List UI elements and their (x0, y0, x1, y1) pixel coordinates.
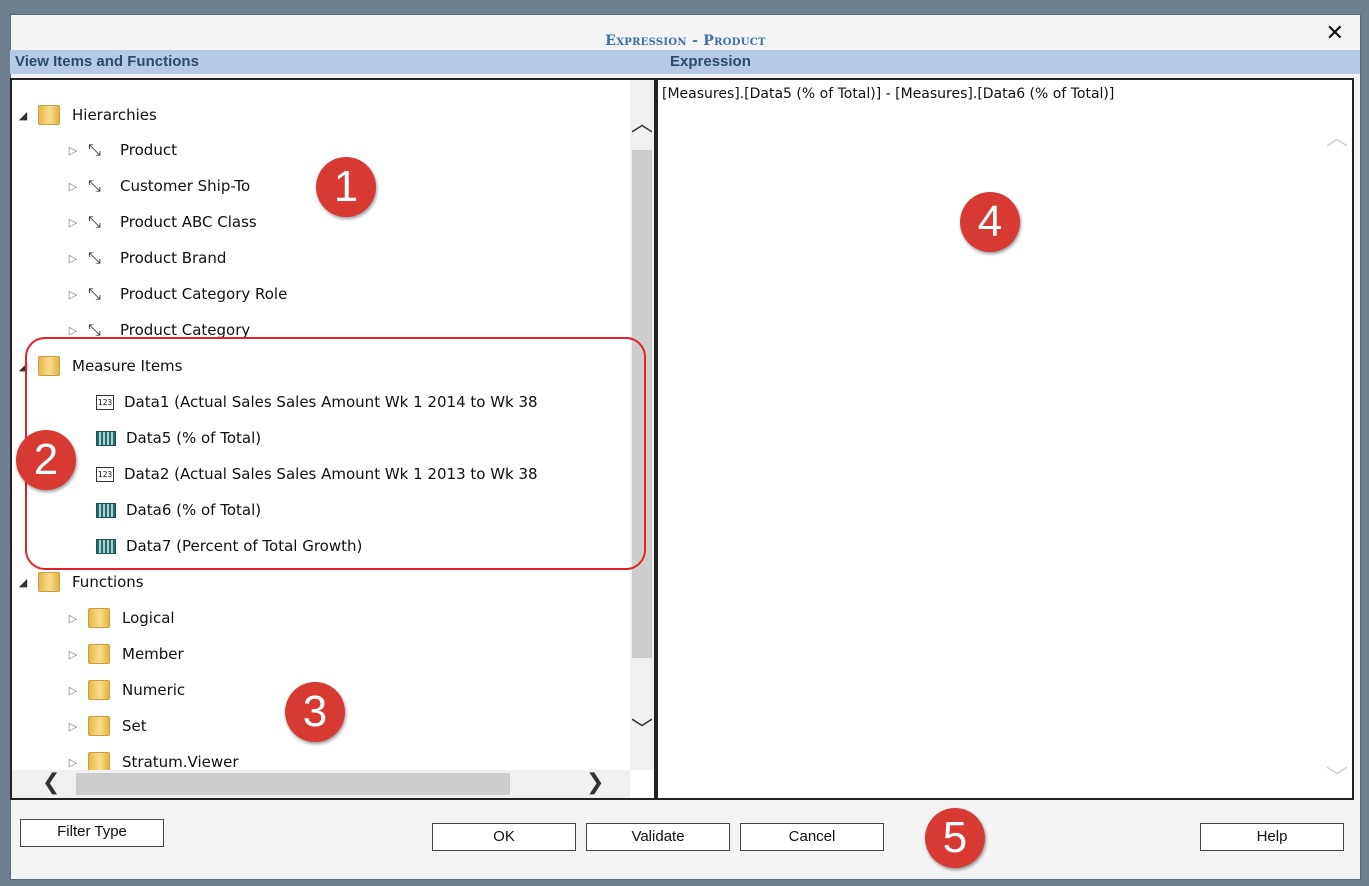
folder-icon (38, 572, 60, 592)
callout-3: 3 (285, 682, 345, 742)
expand-arrow-icon[interactable]: ▷ (66, 720, 80, 733)
expression-header: Expression (670, 53, 751, 70)
expression-editor[interactable]: [Measures].[Data5 (% of Total)] - [Measu… (656, 78, 1354, 800)
expand-arrow-icon[interactable]: ▷ (66, 252, 80, 265)
expand-arrow-icon[interactable]: ▷ (66, 684, 80, 697)
folder-icon (88, 716, 110, 736)
validate-button[interactable]: Validate (586, 823, 730, 851)
tree-node-functions[interactable]: ◢ Functions (16, 567, 144, 597)
dialog-title: Expression - Product (605, 33, 766, 49)
scroll-up-icon[interactable]: ︿ (630, 114, 654, 136)
filter-type-button[interactable]: Filter Type (20, 819, 164, 847)
tree-node-hierarchy[interactable]: ▷ ⤡ Product ABC Class (66, 207, 257, 237)
cancel-button[interactable]: Cancel (740, 823, 884, 851)
help-button[interactable]: Help (1200, 823, 1344, 851)
callout-1: 1 (316, 157, 376, 217)
expand-arrow-icon[interactable]: ▷ (66, 324, 80, 337)
scroll-down-icon[interactable]: ﹀ (1326, 760, 1348, 792)
hierarchy-icon: ⤡ (88, 176, 101, 195)
expand-arrow-icon[interactable]: ▷ (66, 180, 80, 193)
view-items-header: View Items and Functions (15, 53, 199, 70)
scroll-left-icon[interactable]: ❮ (42, 772, 60, 794)
panel-header-bar: View Items and Functions Expression (10, 50, 1360, 74)
tree-node-function-group[interactable]: ▷ Set (66, 711, 147, 741)
tree-node-hierarchy[interactable]: ▷ ⤡ Product (66, 135, 177, 165)
folder-icon (88, 752, 110, 772)
ok-button[interactable]: OK (432, 823, 576, 851)
close-icon[interactable]: ✕ (1326, 23, 1344, 45)
expression-text[interactable]: [Measures].[Data5 (% of Total)] - [Measu… (662, 86, 1114, 102)
collapse-arrow-icon[interactable]: ◢ (16, 109, 30, 122)
folder-icon (38, 105, 60, 125)
hierarchy-icon: ⤡ (88, 140, 101, 159)
folder-icon (88, 680, 110, 700)
scroll-up-icon[interactable]: ︿ (1326, 120, 1348, 152)
tree-node-function-group[interactable]: ▷ Logical (66, 603, 175, 633)
expand-arrow-icon[interactable]: ▷ (66, 288, 80, 301)
expand-arrow-icon[interactable]: ▷ (66, 648, 80, 661)
tree-node-hierarchies[interactable]: ◢ Hierarchies (16, 100, 157, 130)
callout-2: 2 (16, 430, 76, 490)
hierarchy-icon: ⤡ (88, 284, 101, 303)
expand-arrow-icon[interactable]: ▷ (66, 144, 80, 157)
tree-node-function-group[interactable]: ▷ Member (66, 639, 184, 669)
scroll-down-icon[interactable]: ﹀ (630, 720, 654, 742)
tree-horizontal-scrollbar[interactable]: ❮ ❯ (12, 770, 630, 798)
callout-5: 5 (925, 808, 985, 868)
expand-arrow-icon[interactable]: ▷ (66, 612, 80, 625)
folder-icon (88, 608, 110, 628)
expand-arrow-icon[interactable]: ▷ (66, 216, 80, 229)
tree-horizontal-scroll-thumb[interactable] (76, 773, 510, 795)
tree-node-function-group[interactable]: ▷ Numeric (66, 675, 185, 705)
tree-node-hierarchy[interactable]: ▷ ⤡ Customer Ship-To (66, 171, 250, 201)
expand-arrow-icon[interactable]: ▷ (66, 756, 80, 769)
callout-4: 4 (960, 192, 1020, 252)
measure-items-highlight (25, 337, 646, 570)
hierarchy-icon: ⤡ (88, 248, 101, 267)
collapse-arrow-icon[interactable]: ◢ (16, 576, 30, 589)
expression-vertical-scrollbar[interactable]: ︿ ﹀ (1326, 102, 1348, 792)
tree-node-hierarchy[interactable]: ▷ ⤡ Product Category Role (66, 279, 288, 309)
scroll-right-icon[interactable]: ❯ (586, 772, 604, 794)
folder-icon (88, 644, 110, 664)
hierarchy-icon: ⤡ (88, 212, 101, 231)
tree-node-hierarchy[interactable]: ▷ ⤡ Product Brand (66, 243, 227, 273)
